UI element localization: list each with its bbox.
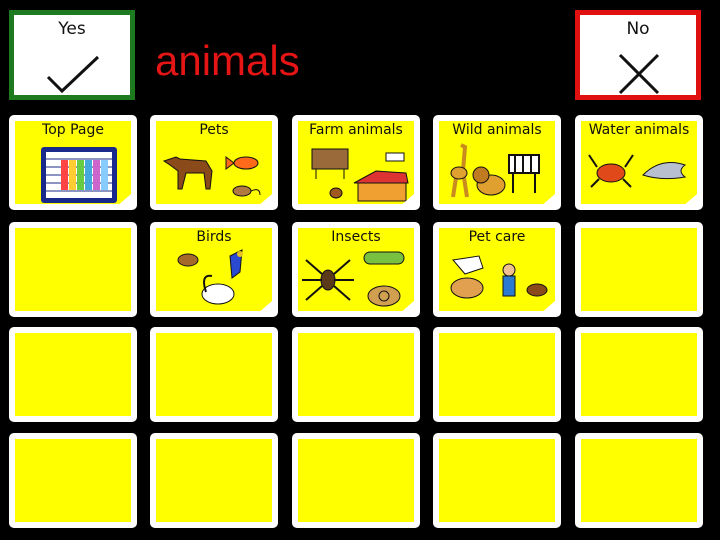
grid-chart-icon	[41, 147, 117, 203]
yes-label: Yes	[58, 19, 86, 39]
cell-label: Pets	[199, 122, 229, 138]
farm-animals-icon	[311, 148, 409, 202]
cell-empty[interactable]	[433, 433, 561, 528]
cell-empty[interactable]	[575, 433, 703, 528]
cell-label: Insects	[331, 229, 381, 245]
birds-icon	[177, 249, 243, 305]
insects-icon	[302, 251, 405, 307]
no-button[interactable]: No	[575, 10, 701, 100]
pets-icon	[162, 156, 261, 197]
cell-empty[interactable]	[575, 327, 703, 422]
cell-label: Wild animals	[452, 122, 542, 138]
cell-farm-animals[interactable]: Farm animals	[292, 115, 420, 210]
page-title: animals	[155, 37, 300, 84]
cell-top-page[interactable]: Top Page	[9, 115, 137, 210]
cell-label: Birds	[196, 229, 232, 245]
cell-empty[interactable]	[150, 327, 278, 422]
wild-animals-icon	[450, 143, 540, 198]
cell-label: Top Page	[42, 122, 104, 138]
no-label: No	[626, 19, 650, 39]
cell-wild-animals[interactable]: Wild animals	[433, 115, 561, 210]
cell-empty[interactable]	[9, 222, 137, 317]
cell-pets[interactable]: Pets	[150, 115, 278, 210]
cell-insects[interactable]: Insects	[292, 222, 420, 317]
cell-water-animals[interactable]: Water animals	[575, 115, 703, 210]
pet-care-icon	[450, 255, 548, 299]
yes-button[interactable]: Yes	[9, 10, 135, 100]
cell-empty[interactable]	[150, 433, 278, 528]
cell-empty[interactable]	[9, 327, 137, 422]
cell-empty[interactable]	[433, 327, 561, 422]
cell-pet-care[interactable]: Pet care	[433, 222, 561, 317]
cell-empty[interactable]	[292, 327, 420, 422]
cell-empty[interactable]	[292, 433, 420, 528]
cell-birds[interactable]: Birds	[150, 222, 278, 317]
cell-label: Farm animals	[309, 122, 403, 138]
cell-empty[interactable]	[9, 433, 137, 528]
cross-icon	[618, 53, 660, 95]
cell-empty[interactable]	[575, 222, 703, 317]
water-animals-icon	[588, 154, 687, 188]
check-icon	[46, 55, 100, 94]
cell-label: Water animals	[588, 122, 690, 138]
cell-label: Pet care	[468, 229, 526, 245]
